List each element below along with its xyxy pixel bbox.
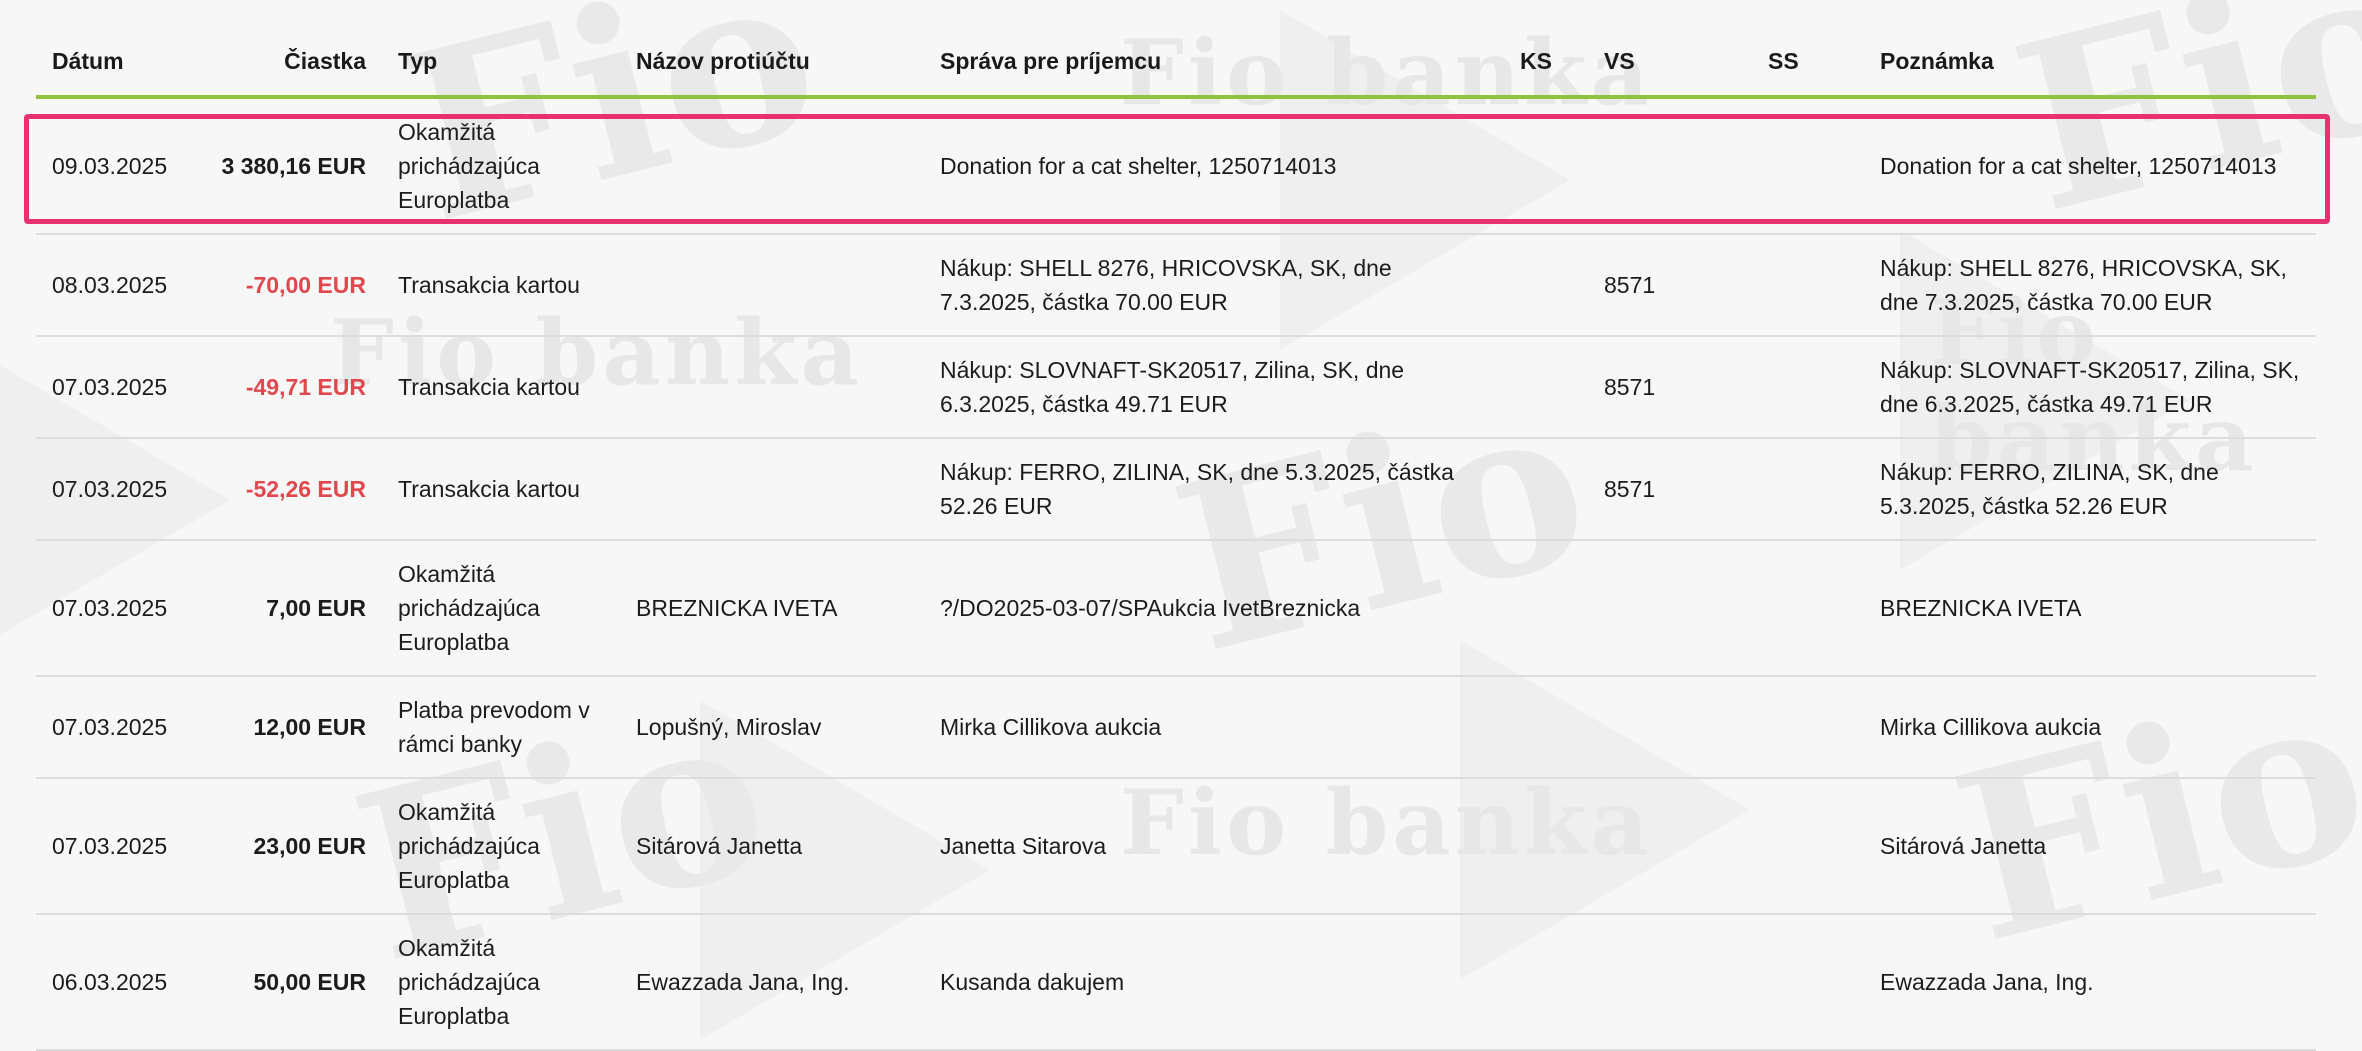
type-cell: Transakcia kartou: [398, 374, 580, 400]
date-cell: 07.03.2025: [52, 714, 168, 740]
type-cell: Transakcia kartou: [398, 272, 580, 298]
table-row[interactable]: 09.03.2025 3 380,16 EUR Okamžitá prichádza…: [36, 97, 2316, 234]
ss-cell: [1752, 438, 1864, 540]
table-row[interactable]: 07.03.2025 12,00 EUR Platba prevodom v rám…: [36, 676, 2316, 778]
vs-cell: 8571: [1604, 374, 1656, 400]
ss-cell: [1752, 336, 1864, 438]
type-cell: Okamžitá prichádzajúca Europlatba: [398, 799, 540, 893]
ks-cell: [1504, 540, 1588, 676]
message-cell: Donation for a cat shelter, 1250714013: [940, 153, 1337, 179]
header-counterparty[interactable]: Názov protiúčtu: [620, 32, 924, 97]
message-cell: Nákup: FERRO, ZILINA, SK, dne 5.3.2025, …: [940, 459, 1454, 519]
date-cell: 07.03.2025: [52, 833, 168, 859]
vs-cell: [1588, 914, 1752, 1050]
amount-cell: 23,00 EUR: [253, 833, 366, 859]
header-note[interactable]: Poznámka: [1864, 32, 2316, 97]
vs-cell: 8571: [1604, 272, 1656, 298]
ss-cell: [1752, 97, 1864, 234]
ks-cell: [1504, 676, 1588, 778]
note-cell: Nákup: FERRO, ZILINA, SK, dne 5.3.2025, …: [1880, 459, 2219, 519]
header-ks[interactable]: KS: [1504, 32, 1588, 97]
ks-cell: [1504, 97, 1588, 234]
amount-cell: -70,00 EUR: [245, 272, 366, 298]
vs-cell: [1588, 778, 1752, 914]
date-cell: 07.03.2025: [52, 374, 168, 400]
note-cell: Sitárová Janetta: [1880, 833, 2047, 859]
vs-cell: [1588, 97, 1752, 234]
vs-cell: [1588, 676, 1752, 778]
date-cell: 07.03.2025: [52, 595, 168, 621]
ss-cell: [1752, 778, 1864, 914]
counterparty-cell: [620, 438, 924, 540]
header-ss[interactable]: SS: [1752, 32, 1864, 97]
counterparty-cell: Ewazzada Jana, Ing.: [636, 969, 850, 995]
type-cell: Okamžitá prichádzajúca Europlatba: [398, 935, 540, 1029]
counterparty-cell: BREZNICKA IVETA: [636, 595, 838, 621]
message-cell: Nákup: SHELL 8276, HRICOVSKA, SK, dne 7.…: [940, 255, 1392, 315]
amount-cell: -49,71 EUR: [245, 374, 366, 400]
type-cell: Platba prevodom v rámci banky: [398, 697, 590, 757]
note-cell: Nákup: SLOVNAFT-SK20517, Zilina, SK, dne…: [1880, 357, 2300, 417]
ss-cell: [1752, 914, 1864, 1050]
table-header-row: Dátum Čiastka Typ Názov protiúčtu Správa…: [36, 32, 2316, 97]
message-cell: Janetta Sitarova: [940, 833, 1107, 859]
note-cell: Nákup: SHELL 8276, HRICOVSKA, SK, dne 7.…: [1880, 255, 2287, 315]
table-row[interactable]: 07.03.2025 -49,71 EUR Transakcia kartou Nák…: [36, 336, 2316, 438]
amount-cell: 7,00 EUR: [266, 595, 366, 621]
vs-cell: [1588, 540, 1752, 676]
message-cell: Kusanda dakujem: [940, 969, 1125, 995]
counterparty-cell: Lopušný, Miroslav: [636, 714, 822, 740]
amount-cell: 50,00 EUR: [253, 969, 366, 995]
date-cell: 09.03.2025: [52, 153, 168, 179]
date-cell: 06.03.2025: [52, 969, 168, 995]
message-cell: Mirka Cillikova aukcia: [940, 714, 1162, 740]
header-amount[interactable]: Čiastka: [194, 32, 382, 97]
note-cell: BREZNICKA IVETA: [1880, 595, 2082, 621]
type-cell: Okamžitá prichádzajúca Europlatba: [398, 119, 540, 213]
amount-cell: -52,26 EUR: [245, 476, 366, 502]
header-vs[interactable]: VS: [1588, 32, 1752, 97]
date-cell: 07.03.2025: [52, 476, 168, 502]
table-row[interactable]: 07.03.2025 7,00 EUR Okamžitá prichádzajúca…: [36, 540, 2316, 676]
ss-cell: [1752, 234, 1864, 336]
date-cell: 08.03.2025: [52, 272, 168, 298]
transactions-table: Dátum Čiastka Typ Názov protiúčtu Správa…: [36, 32, 2316, 1051]
amount-cell: 3 380,16 EUR: [221, 153, 366, 179]
amount-cell: 12,00 EUR: [253, 714, 366, 740]
counterparty-cell: [620, 336, 924, 438]
ks-cell: [1504, 778, 1588, 914]
header-date[interactable]: Dátum: [36, 32, 194, 97]
table-row[interactable]: 07.03.2025 -52,26 EUR Transakcia kartou Nák…: [36, 438, 2316, 540]
table-row[interactable]: 07.03.2025 23,00 EUR Okamžitá prichádzajúc…: [36, 778, 2316, 914]
table-row[interactable]: 06.03.2025 50,00 EUR Okamžitá prichádzajúc…: [36, 914, 2316, 1050]
note-cell: Ewazzada Jana, Ing.: [1880, 969, 2094, 995]
ks-cell: [1504, 234, 1588, 336]
table-row[interactable]: 08.03.2025 -70,00 EUR Transakcia kartou Nák…: [36, 234, 2316, 336]
ss-cell: [1752, 540, 1864, 676]
message-cell: Nákup: SLOVNAFT-SK20517, Zilina, SK, dne…: [940, 357, 1405, 417]
counterparty-cell: [620, 97, 924, 234]
ks-cell: [1504, 336, 1588, 438]
note-cell: Donation for a cat shelter, 1250714013: [1880, 153, 2277, 179]
type-cell: Okamžitá prichádzajúca Europlatba: [398, 561, 540, 655]
note-cell: Mirka Cillikova aukcia: [1880, 714, 2102, 740]
header-type[interactable]: Typ: [382, 32, 620, 97]
ks-cell: [1504, 914, 1588, 1050]
counterparty-cell: [620, 234, 924, 336]
vs-cell: 8571: [1604, 476, 1656, 502]
ks-cell: [1504, 438, 1588, 540]
type-cell: Transakcia kartou: [398, 476, 580, 502]
header-message[interactable]: Správa pre príjemcu: [924, 32, 1504, 97]
counterparty-cell: Sitárová Janetta: [636, 833, 803, 859]
ss-cell: [1752, 676, 1864, 778]
message-cell: ?/DO2025-03-07/SPAukcia IvetBreznicka: [940, 595, 1361, 621]
